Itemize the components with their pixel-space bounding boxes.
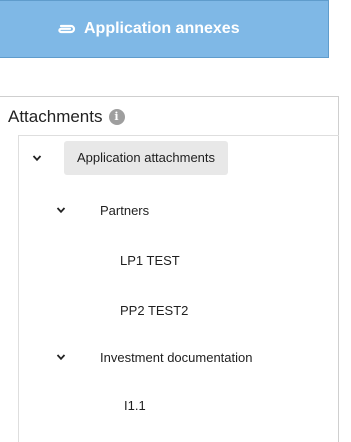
tree-node-label: I1.1 <box>124 397 146 413</box>
attachments-panel: Attachments i Application attachments Pa… <box>0 96 339 442</box>
attachments-title: Attachments <box>8 107 103 126</box>
tree-node-investment-documentation[interactable]: Investment documentation <box>23 340 252 374</box>
tree-node-label: PP2 TEST2 <box>120 302 189 318</box>
info-icon[interactable]: i <box>108 109 125 125</box>
application-annexes-button[interactable]: Application annexes <box>0 0 329 58</box>
tree-node-label: Application attachments <box>64 141 229 175</box>
page: Application annexes Attachments i Applic… <box>0 0 351 442</box>
tree-node-application-attachments[interactable]: Application attachments <box>23 141 229 175</box>
attachments-title-row: Attachments i <box>8 107 125 127</box>
application-annexes-label: Application annexes <box>84 20 240 37</box>
chevron-down-icon[interactable] <box>56 205 66 215</box>
chevron-down-icon[interactable] <box>56 352 66 362</box>
tree-node-label: LP1 TEST <box>120 252 180 268</box>
tree-node-pp2-test2[interactable]: PP2 TEST2 <box>23 293 188 327</box>
paperclip-icon <box>58 24 76 34</box>
attachments-tree: Application attachments Partners LP1 TES… <box>18 135 339 442</box>
tree-node-lp1-test[interactable]: LP1 TEST <box>23 243 180 277</box>
tree-node-i1-1[interactable]: I1.1 <box>23 388 146 422</box>
tree-node-partners[interactable]: Partners <box>23 193 149 227</box>
chevron-down-icon[interactable] <box>32 153 42 163</box>
tree-node-label: Investment documentation <box>100 349 253 365</box>
tree-node-label: Partners <box>100 202 150 218</box>
